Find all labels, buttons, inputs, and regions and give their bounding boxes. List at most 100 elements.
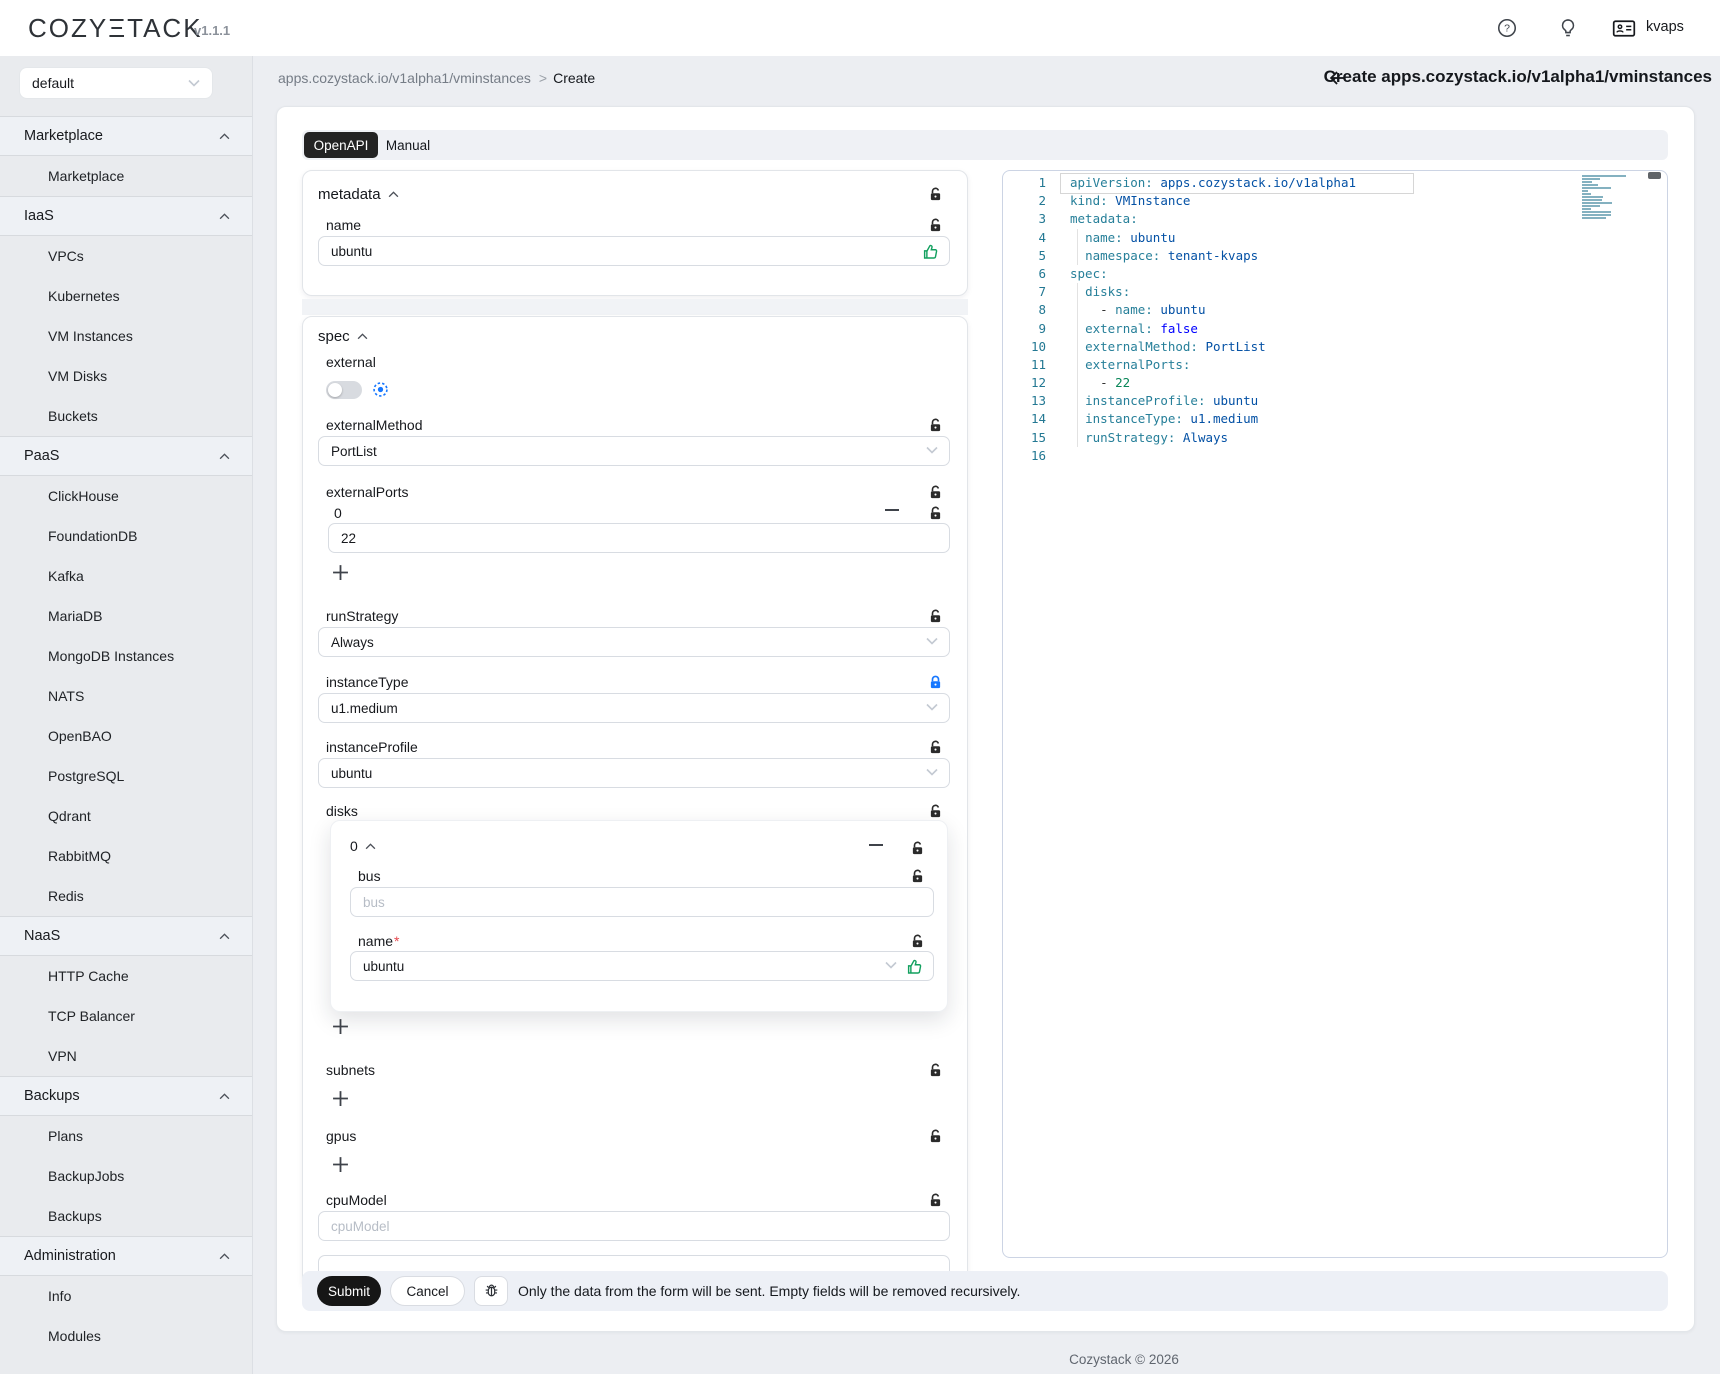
thumbs-up-icon[interactable] — [906, 958, 924, 976]
editor-scrollbar-thumb[interactable] — [1648, 172, 1661, 179]
metadata-lock-icon[interactable] — [928, 187, 943, 202]
sidebar-item-qdrant[interactable]: Qdrant — [0, 796, 252, 836]
sidebar-item-plans[interactable]: Plans — [0, 1116, 252, 1156]
sidebar-item-mariadb[interactable]: MariaDB — [0, 596, 252, 636]
cancel-button[interactable]: Cancel — [390, 1276, 465, 1306]
instanceType-lock-closed-icon[interactable] — [928, 675, 943, 690]
runStrategy-lock-icon[interactable] — [928, 609, 943, 624]
user-badge-icon[interactable] — [1612, 16, 1636, 40]
editor-line[interactable]: 5 namespace: tenant-kvaps — [1002, 247, 1562, 265]
sidebar-item-vpn[interactable]: VPN — [0, 1036, 252, 1076]
editor-line[interactable]: 3metadata: — [1002, 210, 1562, 228]
sidebar-item-vpcs[interactable]: VPCs — [0, 236, 252, 276]
instanceType-select[interactable]: u1.medium — [318, 693, 950, 723]
tab-openapi[interactable]: OpenAPI — [304, 132, 378, 158]
editor-line[interactable]: 12 - 22 — [1002, 374, 1562, 392]
sidebar-item-kafka[interactable]: Kafka — [0, 556, 252, 596]
remove-item-minus-icon[interactable] — [884, 508, 900, 512]
default-value-radio-icon[interactable] — [372, 381, 389, 398]
sidebar-section-naas[interactable]: NaaS — [0, 916, 252, 956]
editor-line[interactable]: 10 externalMethod: PortList — [1002, 338, 1562, 356]
tab-manual[interactable]: Manual — [378, 132, 438, 158]
externalMethod-lock-icon[interactable] — [928, 418, 943, 433]
editor-line[interactable]: 13 instanceProfile: ubuntu — [1002, 392, 1562, 410]
externalPorts-item-input[interactable] — [329, 524, 949, 552]
sidebar-item-openbao[interactable]: OpenBAO — [0, 716, 252, 756]
sidebar-section-paas[interactable]: PaaS — [0, 436, 252, 476]
sidebar-item-backups[interactable]: Backups — [0, 1196, 252, 1236]
editor-minimap[interactable] — [1582, 175, 1628, 223]
add-disk-plus-icon[interactable] — [332, 1018, 349, 1035]
sidebar-item-backupjobs[interactable]: BackupJobs — [0, 1156, 252, 1196]
sidebar-section-iaas[interactable]: IaaS — [0, 196, 252, 236]
sidebar-item-mongodb-instances[interactable]: MongoDB Instances — [0, 636, 252, 676]
subnets-lock-icon[interactable] — [928, 1063, 943, 1078]
cpuModel-input[interactable] — [319, 1212, 949, 1240]
editor-line[interactable]: 8 - name: ubuntu — [1002, 301, 1562, 319]
bus-lock-icon[interactable] — [910, 869, 925, 884]
theme-bulb-icon[interactable] — [1556, 16, 1580, 40]
sidebar-section-marketplace[interactable]: Marketplace — [0, 116, 252, 156]
instanceProfile-lock-icon[interactable] — [928, 740, 943, 755]
sidebar-item-postgresql[interactable]: PostgreSQL — [0, 756, 252, 796]
spec-section-label[interactable]: spec — [318, 328, 368, 345]
sidebar-item-buckets[interactable]: Buckets — [0, 396, 252, 436]
editor-line[interactable]: 15 runStrategy: Always — [1002, 429, 1562, 447]
editor-line[interactable]: 6spec: — [1002, 265, 1562, 283]
sidebar-section-backups[interactable]: Backups — [0, 1076, 252, 1116]
editor-line[interactable]: 14 instanceType: u1.medium — [1002, 410, 1562, 428]
add-subnet-plus-icon[interactable] — [332, 1090, 349, 1107]
editor-line[interactable]: 2kind: VMInstance — [1002, 192, 1562, 210]
sidebar-item-nats[interactable]: NATS — [0, 676, 252, 716]
tenant-select[interactable]: default — [20, 68, 212, 98]
metadata-section-label[interactable]: metadata — [318, 186, 399, 203]
thumbs-up-icon[interactable] — [922, 243, 940, 261]
sidebar-item-vm-instances[interactable]: VM Instances — [0, 316, 252, 356]
add-port-plus-icon[interactable] — [332, 564, 349, 581]
remove-disk-minus-icon[interactable] — [868, 843, 884, 847]
sidebar-item-redis[interactable]: Redis — [0, 876, 252, 916]
externalPorts-lock-icon[interactable] — [928, 485, 943, 500]
sidebar-item-kubernetes[interactable]: Kubernetes — [0, 276, 252, 316]
sidebar-item-modules[interactable]: Modules — [0, 1316, 252, 1356]
yaml-editor-lines[interactable]: 1apiVersion: apps.cozystack.io/v1alpha12… — [1002, 174, 1562, 465]
metadata-card — [302, 170, 968, 296]
sidebar-item-vm-disks[interactable]: VM Disks — [0, 356, 252, 396]
sidebar-item-http-cache[interactable]: HTTP Cache — [0, 956, 252, 996]
debug-bug-button[interactable] — [474, 1276, 508, 1306]
gpus-lock-icon[interactable] — [928, 1129, 943, 1144]
name-lock-icon[interactable] — [928, 218, 943, 233]
disk-name-select[interactable]: ubuntu — [350, 951, 934, 981]
editor-line[interactable]: 7 disks: — [1002, 283, 1562, 301]
external-toggle[interactable] — [326, 381, 362, 399]
disk-name-lock-icon[interactable] — [910, 934, 925, 949]
bus-input[interactable] — [351, 888, 933, 916]
sidebar-item-tcp-balancer[interactable]: TCP Balancer — [0, 996, 252, 1036]
add-gpu-plus-icon[interactable] — [332, 1156, 349, 1173]
instanceProfile-select[interactable]: ubuntu — [318, 758, 950, 788]
externalMethod-select[interactable]: PortList — [318, 436, 950, 466]
externalPorts-item-lock-icon[interactable] — [928, 506, 943, 521]
disks-item-index-label[interactable]: 0 — [350, 838, 376, 854]
editor-line[interactable]: 16 — [1002, 447, 1562, 465]
sidebar-item-rabbitmq[interactable]: RabbitMQ — [0, 836, 252, 876]
editor-line[interactable]: 11 externalPorts: — [1002, 356, 1562, 374]
sidebar-item-marketplace[interactable]: Marketplace — [0, 156, 252, 196]
sidebar-section-administration[interactable]: Administration — [0, 1236, 252, 1276]
runStrategy-select[interactable]: Always — [318, 627, 950, 657]
submit-button[interactable]: Submit — [317, 1276, 381, 1306]
sidebar-item-foundationdb[interactable]: FoundationDB — [0, 516, 252, 556]
sidebar-item-info[interactable]: Info — [0, 1276, 252, 1316]
editor-line[interactable]: 4 name: ubuntu — [1002, 229, 1562, 247]
username[interactable]: kvaps — [1646, 19, 1684, 35]
sidebar-item-clickhouse[interactable]: ClickHouse — [0, 476, 252, 516]
name-input[interactable] — [319, 237, 949, 265]
help-icon[interactable]: ? — [1495, 16, 1519, 40]
disks-item-lock-icon[interactable] — [910, 841, 925, 856]
editor-line[interactable]: 1apiVersion: apps.cozystack.io/v1alpha1 — [1002, 174, 1562, 192]
cpuModel-lock-icon[interactable] — [928, 1193, 943, 1208]
externalMethod-field-label: externalMethod — [326, 417, 423, 433]
disks-lock-icon[interactable] — [928, 804, 943, 819]
breadcrumb-path[interactable]: apps.cozystack.io/v1alpha1/vminstances — [278, 70, 531, 86]
editor-line[interactable]: 9 external: false — [1002, 320, 1562, 338]
